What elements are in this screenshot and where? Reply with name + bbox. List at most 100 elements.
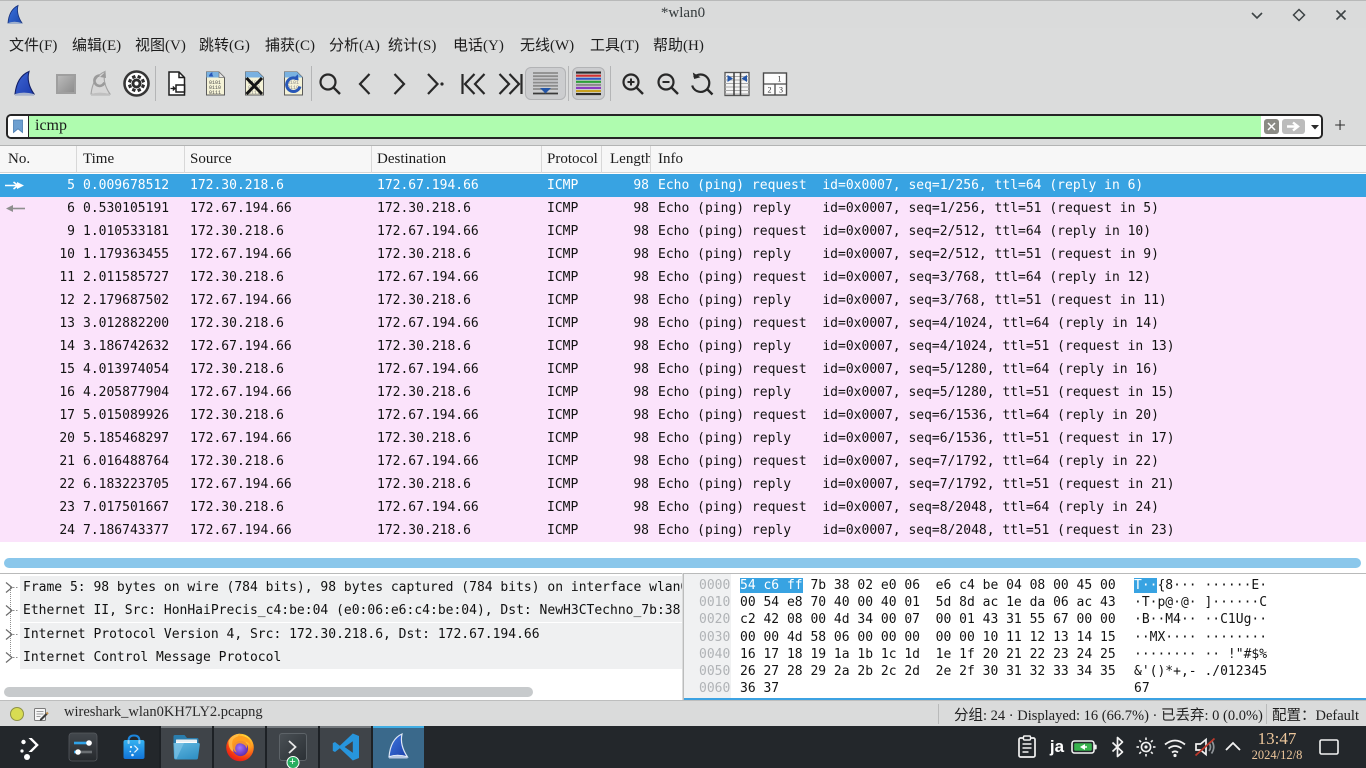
stop-capture-button[interactable] — [49, 67, 83, 100]
go-to-packet-button[interactable] — [417, 67, 451, 100]
column-header-destination[interactable]: Destination — [372, 146, 542, 173]
packet-row-15[interactable]: 154.013974054172.30.218.6172.67.194.66IC… — [0, 358, 1366, 381]
taskbar-app-wireshark[interactable] — [373, 726, 424, 768]
zoom-in-button[interactable] — [616, 67, 650, 100]
colorize-button[interactable] — [572, 67, 605, 100]
detail-row[interactable]: Internet Protocol Version 4, Src: 172.30… — [20, 623, 682, 646]
packet-row-5[interactable]: 50.009678512172.30.218.6172.67.194.66ICM… — [0, 174, 1366, 197]
menu-go[interactable]: 跳转(G) — [199, 34, 250, 55]
taskbar-app-terminal[interactable]: + — [267, 726, 318, 768]
input-method-tray-icon[interactable]: ja — [1042, 726, 1072, 768]
layout-columns-button[interactable]: 123 — [758, 67, 792, 100]
packet-row-6[interactable]: 60.530105191172.67.194.66172.30.218.6ICM… — [0, 197, 1366, 220]
packet-row-22[interactable]: 226.183223705172.67.194.66172.30.218.6IC… — [0, 473, 1366, 496]
packet-row-16[interactable]: 164.205877904172.67.194.66172.30.218.6IC… — [0, 381, 1366, 404]
column-header-info[interactable]: Info — [651, 146, 1366, 173]
hex-row-0000[interactable]: 000054 c6 ff 7b 38 02 e0 06 e6 c4 be 04 … — [684, 577, 1366, 594]
taskbar-app-vscode[interactable] — [320, 726, 371, 768]
tray-expand-tray-icon[interactable] — [1218, 726, 1248, 768]
brightness-tray-icon[interactable] — [1131, 726, 1161, 768]
details-hscrollbar[interactable] — [4, 687, 533, 697]
packet-row-9[interactable]: 91.010533181172.30.218.6172.67.194.66ICM… — [0, 220, 1366, 243]
minimize-button[interactable] — [1248, 6, 1266, 24]
detail-row[interactable]: Ethernet II, Src: HonHaiPrecis_c4:be:04 … — [20, 599, 682, 622]
hex-row-0010[interactable]: 001000 54 e8 70 40 00 40 01 5d 8d ac 1e … — [684, 594, 1366, 611]
find-packet-button[interactable] — [313, 67, 347, 100]
last-packet-button[interactable] — [494, 67, 528, 100]
hex-row-0040[interactable]: 004016 17 18 19 1a 1b 1c 1d 1e 1f 20 21 … — [684, 646, 1366, 663]
auto-scroll-button[interactable] — [525, 67, 566, 100]
filter-dropdown-button[interactable] — [1310, 118, 1320, 136]
go-forward-button[interactable] — [382, 67, 416, 100]
hex-row-0050[interactable]: 005026 27 28 29 2a 2b 2c 2d 2e 2f 30 31 … — [684, 663, 1366, 680]
menu-help[interactable]: 帮助(H) — [653, 34, 704, 55]
close-button[interactable] — [1332, 6, 1350, 24]
battery-tray-icon[interactable] — [1069, 726, 1099, 768]
expander-icon[interactable] — [0, 623, 20, 646]
column-header-source[interactable]: Source — [185, 146, 372, 173]
detail-row[interactable]: Frame 5: 98 bytes on wire (784 bits), 98… — [20, 576, 682, 599]
taskbar-app-file-manager[interactable] — [161, 726, 212, 768]
hex-row-0020[interactable]: 0020c2 42 08 00 4d 34 00 07 00 01 43 31 … — [684, 611, 1366, 628]
column-header-protocol[interactable]: Protocol — [542, 146, 602, 173]
hex-row-0060[interactable]: 006036 3767 — [684, 680, 1366, 697]
control-center-button[interactable] — [57, 726, 109, 768]
menu-capture[interactable]: 捕获(C) — [265, 34, 315, 55]
menu-analyze[interactable]: 分析(A) — [329, 34, 380, 55]
display-filter-input[interactable] — [29, 116, 1261, 137]
bluetooth-tray-icon[interactable] — [1102, 726, 1132, 768]
menu-file[interactable]: 文件(F) — [9, 34, 57, 55]
packet-row-13[interactable]: 133.012882200172.30.218.6172.67.194.66IC… — [0, 312, 1366, 335]
packet-row-17[interactable]: 175.015089926172.30.218.6172.67.194.66IC… — [0, 404, 1366, 427]
first-packet-button[interactable] — [456, 67, 490, 100]
filter-bookmark-button[interactable] — [8, 116, 29, 137]
close-file-button[interactable]: 010101100111 — [237, 67, 271, 100]
packet-list-hscrollbar[interactable] — [4, 558, 1361, 568]
packet-row-11[interactable]: 112.011585727172.30.218.6172.67.194.66IC… — [0, 266, 1366, 289]
hex-row-0030[interactable]: 003000 00 4d 58 06 00 00 00 00 00 10 11 … — [684, 629, 1366, 646]
column-header-length[interactable]: Length — [602, 146, 651, 173]
resize-columns-button[interactable] — [720, 67, 754, 100]
packet-row-20[interactable]: 205.185468297172.67.194.66172.30.218.6IC… — [0, 427, 1366, 450]
zoom-out-button[interactable] — [651, 67, 685, 100]
column-header-no[interactable]: No. — [0, 146, 77, 173]
menu-wireless[interactable]: 无线(W) — [520, 34, 574, 55]
menu-edit[interactable]: 编辑(E) — [72, 34, 121, 55]
packet-row-10[interactable]: 101.179363455172.67.194.66172.30.218.6IC… — [0, 243, 1366, 266]
maximize-button[interactable] — [1290, 6, 1308, 24]
column-header-time[interactable]: Time — [77, 146, 185, 173]
save-file-button[interactable]: 010101100111 — [198, 67, 232, 100]
detail-row[interactable]: Internet Control Message Protocol — [20, 646, 682, 669]
packet-row-21[interactable]: 216.016488764172.30.218.6172.67.194.66IC… — [0, 450, 1366, 473]
filter-clear-button[interactable] — [1264, 119, 1279, 134]
menu-telephony[interactable]: 电话(Y) — [453, 34, 504, 55]
packet-row-14[interactable]: 143.186742632172.67.194.66172.30.218.6IC… — [0, 335, 1366, 358]
launcher-button[interactable] — [5, 726, 57, 768]
menu-view[interactable]: 视图(V) — [135, 34, 186, 55]
wifi-tray-icon[interactable] — [1160, 726, 1190, 768]
packet-row-24[interactable]: 247.186743377172.67.194.66172.30.218.6IC… — [0, 519, 1366, 542]
capture-comment-icon[interactable] — [33, 706, 49, 722]
volume-muted-tray-icon[interactable] — [1190, 726, 1220, 768]
taskbar-app-firefox[interactable] — [214, 726, 265, 768]
start-capture-button[interactable] — [8, 67, 42, 100]
expander-icon[interactable] — [0, 599, 20, 622]
clipboard-tray-icon[interactable] — [1012, 726, 1042, 768]
zoom-reset-button[interactable] — [685, 67, 719, 100]
menu-statistics[interactable]: 统计(S) — [388, 34, 436, 55]
filter-apply-button[interactable] — [1282, 119, 1305, 134]
expander-icon[interactable] — [0, 576, 20, 599]
show-desktop-button[interactable] — [1312, 726, 1346, 768]
capture-file-name[interactable]: wireshark_wlan0KH7LY2.pcapng — [64, 704, 263, 721]
expander-icon[interactable] — [0, 646, 20, 669]
restart-capture-button[interactable] — [84, 67, 118, 100]
filter-add-button[interactable]: + — [1329, 112, 1351, 138]
app-store-button[interactable] — [108, 726, 160, 768]
go-back-button[interactable] — [348, 67, 382, 100]
menu-tools[interactable]: 工具(T) — [590, 34, 639, 55]
expert-info-icon[interactable] — [9, 706, 25, 722]
packet-row-23[interactable]: 237.017501667172.30.218.6172.67.194.66IC… — [0, 496, 1366, 519]
packet-row-12[interactable]: 122.179687502172.67.194.66172.30.218.6IC… — [0, 289, 1366, 312]
open-file-button[interactable] — [159, 67, 193, 100]
capture-options-button[interactable] — [119, 67, 153, 100]
